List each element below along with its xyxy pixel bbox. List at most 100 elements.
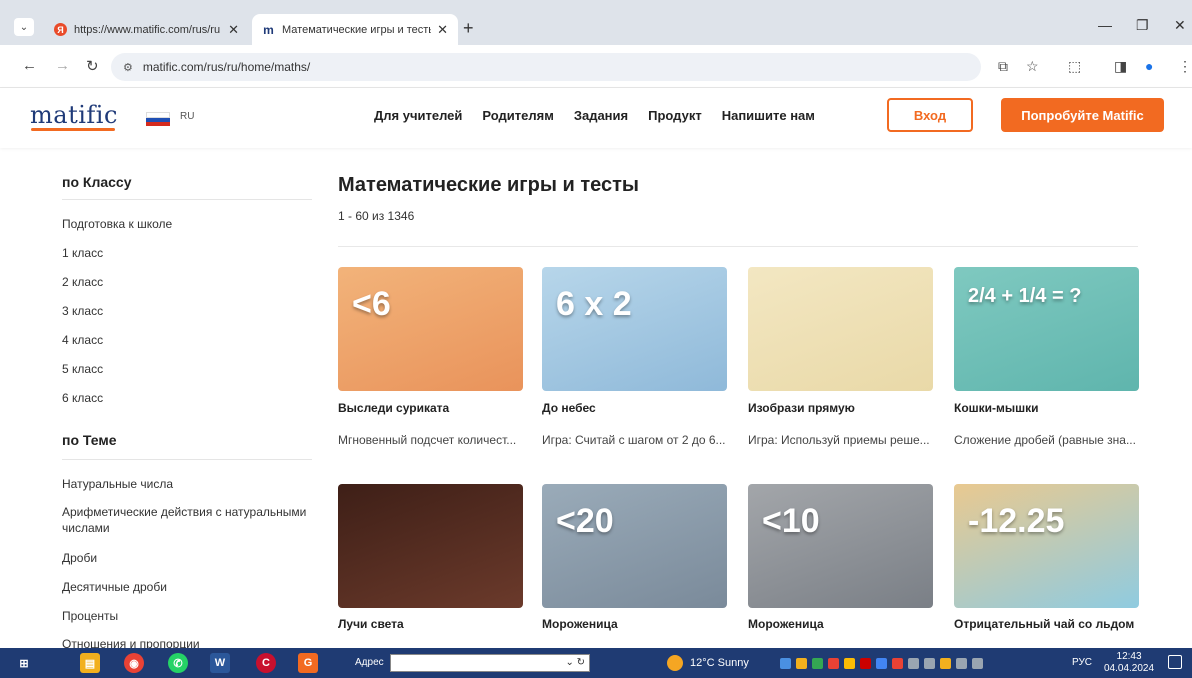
close-window-icon[interactable]: ✕: [1174, 17, 1186, 34]
site-info-icon[interactable]: ⚙: [123, 61, 133, 74]
topic-item[interactable]: Дроби: [62, 550, 97, 566]
game-title[interactable]: Мороженица: [542, 617, 618, 631]
forward-icon[interactable]: →: [55, 57, 70, 74]
game-card[interactable]: 6 x 2: [542, 267, 727, 391]
whatsapp-icon[interactable]: ✆: [168, 653, 188, 673]
grade-item[interactable]: 6 класс: [62, 390, 103, 406]
topic-item[interactable]: Проценты: [62, 608, 118, 624]
grade-item[interactable]: 3 класс: [62, 303, 103, 319]
app-icon[interactable]: C: [256, 653, 276, 673]
restore-icon[interactable]: ❐: [1136, 17, 1149, 34]
topic-item[interactable]: Натуральные числа: [62, 476, 173, 492]
tray-icon[interactable]: [908, 657, 919, 669]
game-thumbnail[interactable]: 2/4 + 1/4 = ?: [954, 267, 1139, 391]
close-tab-icon[interactable]: ✕: [437, 22, 448, 38]
file-explorer-icon[interactable]: ▤: [80, 653, 100, 673]
clock[interactable]: 12:43 04.04.2024: [1104, 651, 1154, 675]
tray-icon[interactable]: [860, 657, 871, 669]
grade-item[interactable]: Подготовка к школе: [62, 216, 172, 232]
game-title[interactable]: До небес: [542, 401, 596, 415]
minimize-icon[interactable]: —: [1098, 17, 1112, 33]
game-thumbnail[interactable]: -12.25: [954, 484, 1139, 608]
nav-parents[interactable]: Родителям: [482, 108, 553, 123]
divider: [62, 459, 312, 460]
game-thumbnail[interactable]: <6: [338, 267, 523, 391]
address-bar[interactable]: ⚙ matific.com/rus/ru/home/maths/: [111, 53, 981, 81]
game-title[interactable]: Выследи суриката: [338, 401, 449, 415]
game-title[interactable]: Отрицательный чай со льдом: [954, 617, 1134, 631]
game-title[interactable]: Кошки-мышки: [954, 401, 1039, 415]
grade-item[interactable]: 2 класс: [62, 274, 103, 290]
game-title[interactable]: Мороженица: [748, 617, 824, 631]
install-app-icon[interactable]: ⧉: [998, 58, 1008, 75]
tray-icon[interactable]: [892, 657, 903, 669]
nav-product[interactable]: Продукт: [648, 108, 702, 123]
game-card[interactable]: <10: [748, 484, 933, 608]
extensions-icon[interactable]: ⬚: [1068, 58, 1081, 75]
matific-logo[interactable]: matific: [30, 101, 118, 129]
input-language[interactable]: РУС: [1072, 657, 1092, 668]
tab-maths-games[interactable]: m Математические игры и тесты ✕: [252, 14, 458, 45]
tray-icon[interactable]: [940, 657, 951, 669]
tray-icon[interactable]: [844, 657, 855, 669]
app-icon[interactable]: G: [298, 653, 318, 673]
volume-icon[interactable]: [972, 657, 983, 669]
game-thumbnail[interactable]: [748, 267, 933, 391]
game-description: Сложение дробей (равные зна...: [954, 433, 1136, 447]
russia-flag-icon[interactable]: [146, 112, 170, 126]
sidebar-icon[interactable]: ◨: [1114, 58, 1127, 75]
topic-item[interactable]: Десятичные дроби: [62, 579, 167, 595]
clock-date: 04.04.2024: [1104, 663, 1155, 674]
topic-item[interactable]: Арифметические действия с натуральными ч…: [62, 504, 312, 536]
game-card[interactable]: <20: [542, 484, 727, 608]
bookmark-star-icon[interactable]: ☆: [1026, 58, 1039, 75]
back-icon[interactable]: ←: [22, 57, 37, 74]
windows-start-icon[interactable]: ⊞: [14, 653, 34, 673]
login-button[interactable]: Вход: [887, 98, 973, 132]
weather-text[interactable]: 12°C Sunny: [690, 657, 749, 669]
tray-icon[interactable]: [812, 657, 823, 669]
game-description: Игра: Используй приемы реше...: [748, 433, 930, 447]
game-card[interactable]: 2/4 + 1/4 = ?: [954, 267, 1139, 391]
game-thumbnail[interactable]: <20: [542, 484, 727, 608]
nav-contact[interactable]: Напишите нам: [722, 108, 815, 123]
notifications-icon[interactable]: [1168, 655, 1182, 669]
tab-title: Математические игры и тесты: [282, 23, 432, 36]
network-icon[interactable]: [956, 657, 967, 669]
new-tab-icon[interactable]: +: [463, 18, 474, 39]
taskbar-address-input[interactable]: ⌄ ↻: [390, 654, 590, 672]
tray-icon[interactable]: [828, 657, 839, 669]
tab-search-icon[interactable]: ⌄: [14, 18, 34, 36]
game-thumbnail[interactable]: 6 x 2: [542, 267, 727, 391]
grade-item[interactable]: 1 класс: [62, 245, 103, 261]
nav-teachers[interactable]: Для учителей: [374, 108, 462, 123]
game-thumbnail[interactable]: [338, 484, 523, 608]
chrome-icon[interactable]: ◉: [124, 653, 144, 673]
reload-icon[interactable]: ↻: [86, 57, 99, 75]
menu-icon[interactable]: ⋮: [1178, 58, 1192, 75]
game-thumbnail[interactable]: <10: [748, 484, 933, 608]
tray-icon[interactable]: [780, 657, 791, 669]
game-card[interactable]: [338, 484, 523, 608]
language-selector[interactable]: RU: [180, 111, 194, 122]
profile-icon[interactable]: ●: [1145, 58, 1153, 74]
weather-sun-icon[interactable]: [667, 655, 683, 671]
tray-icon[interactable]: [796, 657, 807, 669]
game-card[interactable]: <6: [338, 267, 523, 391]
tray-icon[interactable]: [924, 657, 935, 669]
tray-icon[interactable]: [876, 657, 887, 669]
nav-tasks[interactable]: Задания: [574, 108, 628, 123]
game-card[interactable]: [748, 267, 933, 391]
game-title[interactable]: Изобрази прямую: [748, 401, 855, 415]
grade-item[interactable]: 5 класс: [62, 361, 103, 377]
close-tab-icon[interactable]: ✕: [228, 22, 239, 38]
grade-item[interactable]: 4 класс: [62, 332, 103, 348]
game-card[interactable]: -12.25: [954, 484, 1139, 608]
thumbnail-label: 6 x 2: [556, 285, 632, 323]
divider: [338, 246, 1138, 247]
tab-matific-home[interactable]: Я https://www.matific.com/rus/ru ✕: [44, 14, 249, 45]
results-count: 1 - 60 из 1346: [338, 209, 415, 223]
try-matific-button[interactable]: Попробуйте Matific: [1001, 98, 1164, 132]
word-icon[interactable]: W: [210, 653, 230, 673]
game-title[interactable]: Лучи света: [338, 617, 404, 631]
